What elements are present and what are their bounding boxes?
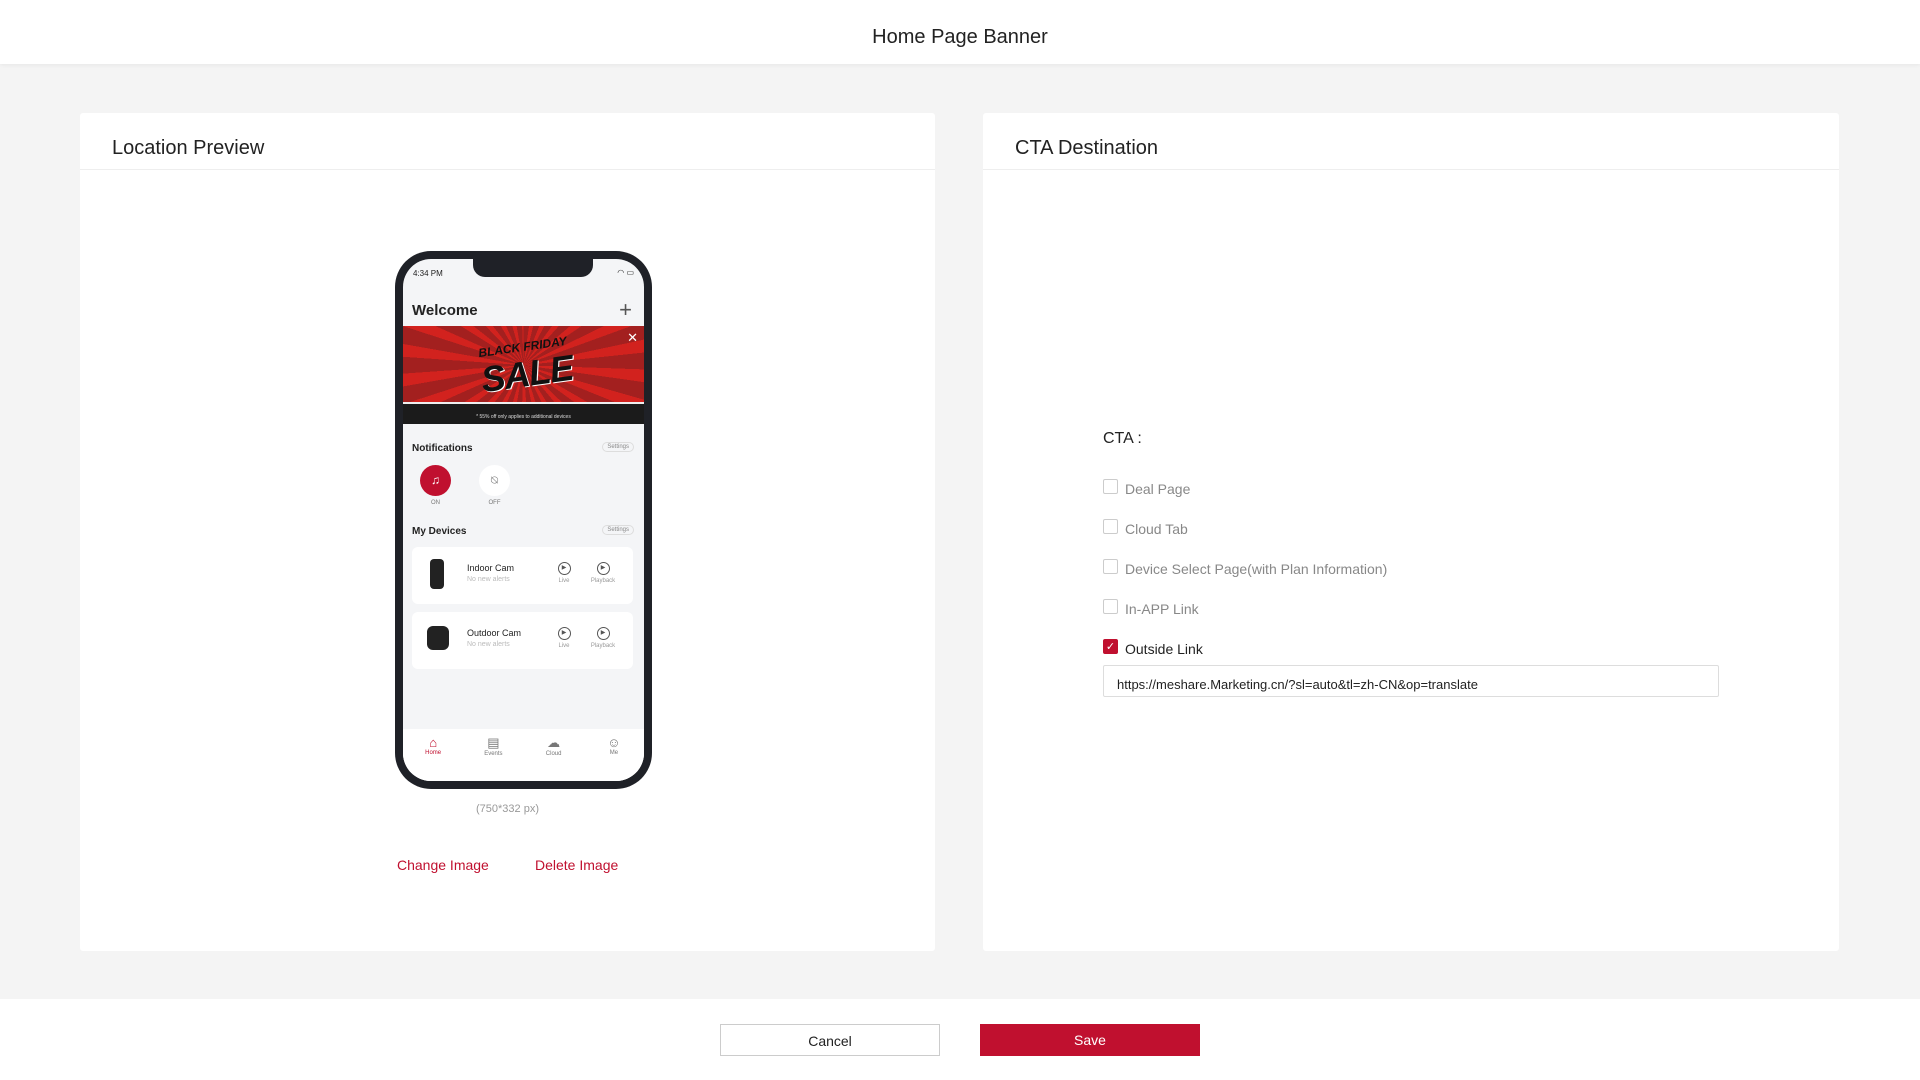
close-icon[interactable]: ✕ — [627, 330, 638, 346]
outside-link-input[interactable] — [1103, 665, 1719, 697]
tab-cloud[interactable]: ☁ Cloud — [539, 735, 569, 781]
cancel-button[interactable]: Cancel — [720, 1024, 940, 1056]
option-cloud-tab[interactable]: Cloud Tab — [1103, 518, 1188, 537]
user-icon: ☺ — [607, 735, 621, 750]
card-title: Location Preview — [80, 113, 935, 170]
checkbox[interactable] — [1103, 518, 1118, 534]
playback-icon: ▶ — [596, 562, 610, 575]
tab-me[interactable]: ☺ Me — [599, 735, 629, 781]
footer: Cancel Save — [0, 999, 1920, 1080]
checkbox[interactable] — [1103, 558, 1118, 574]
delete-image-link[interactable]: Delete Image — [535, 857, 618, 873]
camera-icon — [427, 626, 449, 650]
banner-image: * 55% off only applies to additional dev… — [403, 326, 644, 424]
checkbox-checked[interactable]: ✓ — [1103, 638, 1118, 654]
battery-icon: ◠ ▭ — [617, 268, 634, 277]
camera-icon — [430, 559, 444, 589]
settings-button[interactable]: Settings — [602, 525, 634, 535]
status-time: 4:34 PM — [413, 269, 443, 278]
playback-button[interactable]: ▶ Playback — [583, 562, 623, 584]
cloud-icon: ☁ — [547, 735, 561, 750]
my-devices-label: My Devices — [412, 526, 467, 537]
option-outside-link[interactable]: ✓ Outside Link — [1103, 638, 1203, 657]
checkbox[interactable] — [1103, 478, 1118, 494]
on-label: ON — [431, 500, 440, 506]
notifications-label: Notifications — [412, 443, 473, 454]
change-image-link[interactable]: Change Image — [397, 857, 489, 873]
welcome-title: Welcome — [412, 302, 478, 319]
page-title: Home Page Banner — [872, 26, 1048, 48]
home-icon: ⌂ — [429, 735, 438, 750]
header: Home Page Banner — [0, 0, 1920, 64]
location-preview-card: Location Preview 4:34 PM ◠ ▭ Welcome + *… — [80, 113, 935, 951]
tab-events[interactable]: ▤ Events — [478, 735, 508, 781]
bell-off-icon[interactable]: ⍉ — [479, 465, 510, 496]
tab-bar: ⌂ Home ▤ Events ☁ Cloud ☺ Me — [403, 729, 644, 781]
device-name: Indoor Cam — [467, 563, 515, 573]
save-button[interactable]: Save — [980, 1024, 1200, 1056]
device-card[interactable]: Indoor Cam No new alerts ▶ Live ▶ Playback — [412, 547, 633, 604]
plus-icon: + — [619, 297, 632, 322]
banner-note: * 55% off only applies to additional dev… — [476, 414, 571, 420]
device-status: No new alerts — [467, 641, 510, 648]
card-title: CTA Destination — [983, 113, 1839, 170]
document-icon: ▤ — [487, 735, 500, 750]
bell-icon[interactable]: ♫ — [420, 465, 451, 496]
off-label: OFF — [488, 500, 501, 506]
device-name: Outdoor Cam — [467, 628, 522, 638]
tab-home[interactable]: ⌂ Home — [418, 735, 448, 781]
live-button[interactable]: ▶ Live — [544, 627, 584, 649]
size-hint: (750*332 px) — [476, 803, 539, 815]
option-device-select[interactable]: Device Select Page(with Plan Information… — [1103, 558, 1387, 577]
playback-button[interactable]: ▶ Playback — [583, 627, 623, 649]
cta-label: CTA : — [1103, 430, 1142, 447]
cta-destination-card: CTA Destination CTA : Deal Page Cloud Ta… — [983, 113, 1839, 951]
play-icon: ▶ — [557, 562, 571, 575]
option-in-app-link[interactable]: In-APP Link — [1103, 598, 1199, 617]
live-button[interactable]: ▶ Live — [544, 562, 584, 584]
phone-preview: 4:34 PM ◠ ▭ Welcome + * 55% off only app… — [395, 251, 652, 789]
settings-button[interactable]: Settings — [602, 442, 634, 452]
device-status: No new alerts — [467, 576, 510, 583]
play-icon: ▶ — [557, 627, 571, 640]
playback-icon: ▶ — [596, 627, 610, 640]
device-card[interactable]: Outdoor Cam No new alerts ▶ Live ▶ Playbac… — [412, 612, 633, 669]
checkbox[interactable] — [1103, 598, 1118, 614]
option-deal-page[interactable]: Deal Page — [1103, 478, 1190, 497]
